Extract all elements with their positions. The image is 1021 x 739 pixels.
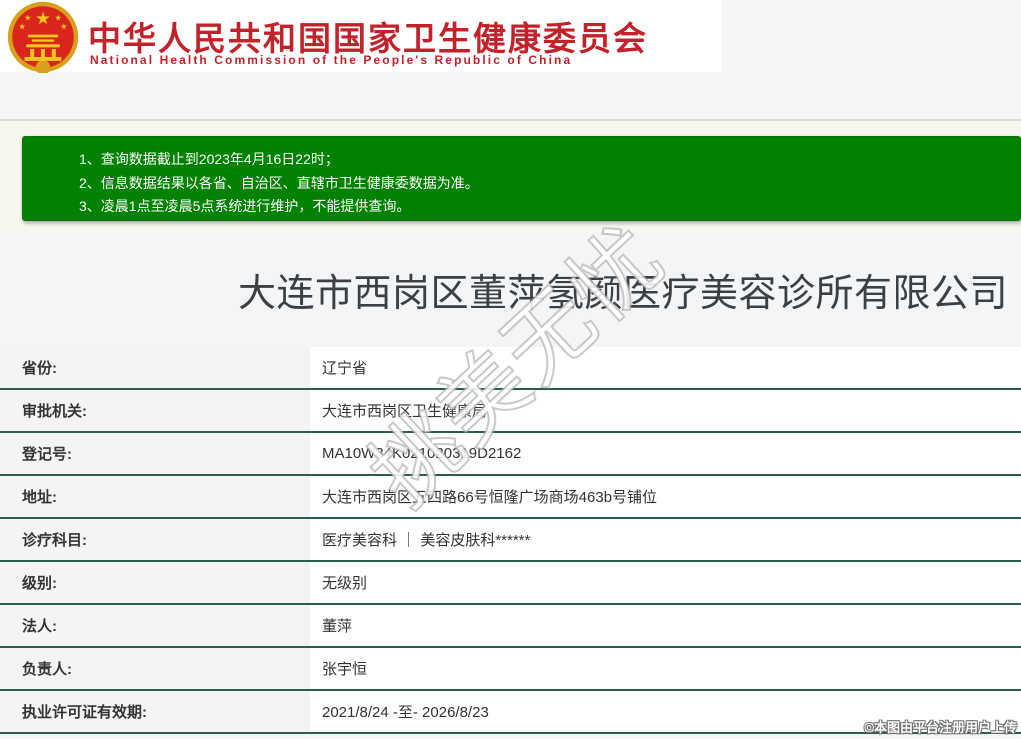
- table-row: 省份: 辽宁省: [0, 347, 1021, 390]
- table-row: 负责人: 张宇恒: [0, 648, 1021, 691]
- field-value-legal-person: 董萍: [310, 605, 1021, 646]
- site-header: 中华人民共和国国家卫生健康委员会 National Health Commiss…: [0, 0, 722, 73]
- field-label-license-validity: 执业许可证有效期:: [0, 691, 310, 732]
- field-label-treatment-subjects: 诊疗科目:: [0, 519, 310, 560]
- institution-info-table: 省份: 辽宁省 审批机关: 大连市西岗区卫生健康局 登记号: MA10W34K0…: [0, 347, 1021, 734]
- field-label-province: 省份:: [0, 347, 310, 388]
- table-row: 级别: 无级别: [0, 562, 1021, 605]
- field-value-registration-number: MA10W34K021020319D2162: [310, 433, 1021, 474]
- table-row: 法人: 董萍: [0, 605, 1021, 648]
- field-label-registration-number: 登记号:: [0, 433, 310, 474]
- query-notice-box: 1、查询数据截止到2023年4月16日22时； 2、信息数据结果以各省、自治区、…: [22, 136, 1021, 221]
- field-label-person-in-charge: 负责人:: [0, 648, 310, 689]
- field-value-address: 大连市西岗区五四路66号恒隆广场商场463b号铺位: [310, 476, 1021, 517]
- national-emblem-icon: [7, 1, 79, 73]
- notice-item-3: 3、凌晨1点至凌晨5点系统进行维护，不能提供查询。: [79, 198, 411, 214]
- field-label-approval-authority: 审批机关:: [0, 390, 310, 431]
- field-value-level: 无级别: [310, 562, 1021, 603]
- field-value-province: 辽宁省: [310, 347, 1021, 388]
- field-label-level: 级别:: [0, 562, 310, 603]
- field-value-approval-authority: 大连市西岗区卫生健康局: [310, 390, 1021, 431]
- site-title-english: National Health Commission of the People…: [90, 53, 573, 67]
- table-row: 审批机关: 大连市西岗区卫生健康局: [0, 390, 1021, 433]
- field-label-legal-person: 法人:: [0, 605, 310, 646]
- table-row: 登记号: MA10W34K021020319D2162: [0, 433, 1021, 476]
- notice-item-1: 1、查询数据截止到2023年4月16日22时；: [79, 151, 339, 167]
- field-value-treatment-subjects: 医疗美容科 ｜ 美容皮肤科******: [310, 519, 1021, 560]
- field-label-address: 地址:: [0, 476, 310, 517]
- notice-item-2: 2、信息数据结果以各省、自治区、直辖市卫生健康委数据为准。: [79, 174, 479, 191]
- nhc-query-result-page: 中华人民共和国国家卫生健康委员会 National Health Commiss…: [0, 0, 1021, 739]
- field-value-person-in-charge: 张宇恒: [310, 648, 1021, 689]
- table-row: 地址: 大连市西岗区五四路66号恒隆广场商场463b号铺位: [0, 476, 1021, 519]
- upload-credit-watermark: ©本图由平台注册用户上传: [864, 720, 1017, 735]
- table-row: 诊疗科目: 医疗美容科 ｜ 美容皮肤科******: [0, 519, 1021, 562]
- institution-name-title: 大连市西岗区董萍氢颜医疗美容诊所有限公司: [238, 273, 1009, 315]
